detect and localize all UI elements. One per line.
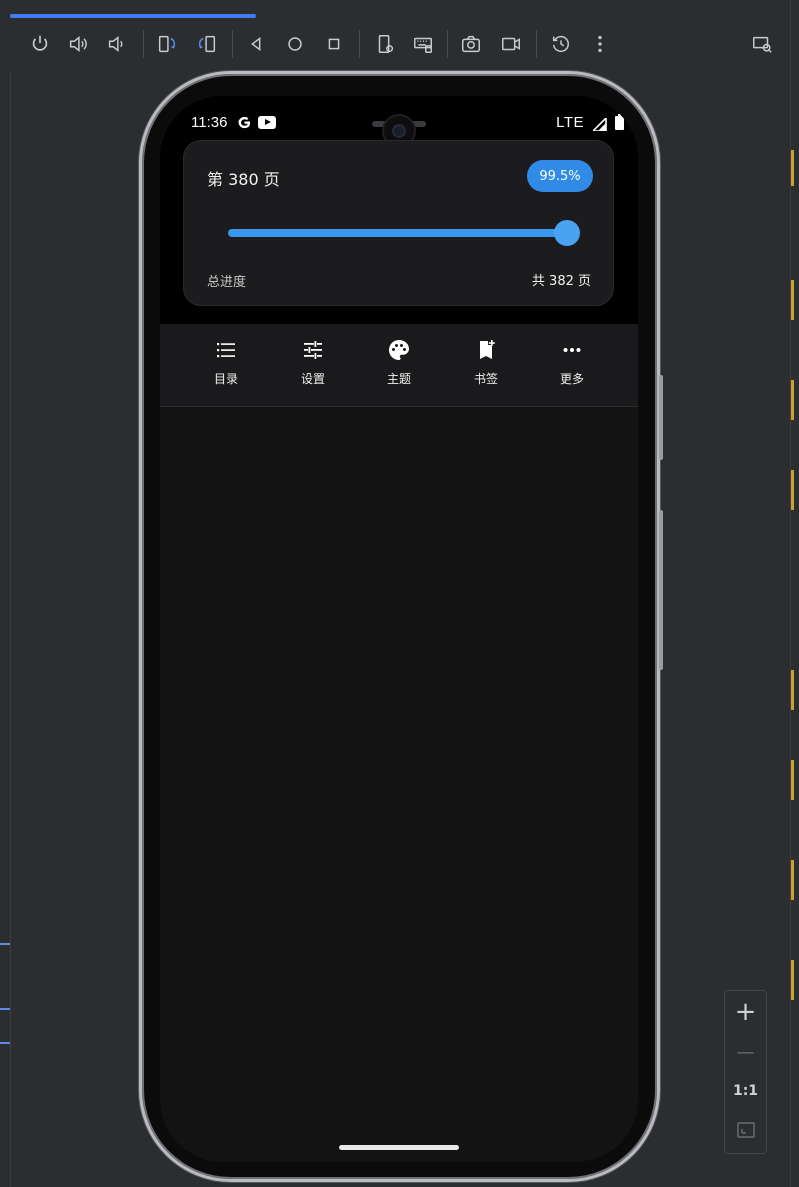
signal-icon [591,116,607,135]
right-marker [791,280,794,320]
left-link-mark [0,1042,10,1044]
progress-slider[interactable] [228,220,581,246]
bookmark-add-icon [480,340,495,359]
left-link-mark [0,943,10,945]
right-marker [791,860,794,900]
phone-screen: 11:36 LTE 第 380 页 99.5% 总进度 共 382 页 目录 设… [160,96,638,1162]
rotate-right-icon[interactable] [192,30,222,58]
battery-icon [615,114,624,130]
progress-card: 第 380 页 99.5% 总进度 共 382 页 [183,140,614,306]
menu-item-contents[interactable]: 目录 [191,338,261,394]
percent-badge: 99.5% [527,160,593,192]
youtube-icon [258,116,276,129]
screen-record-icon[interactable] [496,30,526,58]
right-marker [791,150,794,186]
reset-icon[interactable] [546,30,576,58]
right-marker [791,470,794,510]
overview-icon[interactable] [319,30,349,58]
total-progress-label: 总进度 [207,275,247,290]
zoom-out-button[interactable]: — [725,1033,766,1071]
menu-item-label: 目录 [213,372,238,386]
zoom-panel: + — 1:1 [724,990,767,1154]
side-button[interactable] [659,510,663,670]
menu-item-label: 更多 [559,372,584,386]
zoom-fit-button[interactable] [725,1111,766,1149]
status-time: 11:36 [191,114,228,131]
device-settings-icon[interactable] [370,30,400,58]
list-icon [217,343,235,358]
menu-item-label: 书签 [473,372,498,386]
total-pages-label: 共 382 页 [531,274,591,289]
screenshot-icon[interactable] [456,30,486,58]
menu-item-label: 设置 [300,372,325,386]
menu-item-settings[interactable]: 设置 [278,338,348,394]
left-panel-edge [0,70,11,1187]
right-marker [791,670,794,710]
progress-slider-thumb[interactable] [554,220,581,246]
volume-down-icon[interactable] [101,30,131,58]
reader-menu-bar: 目录 设置 主题 书签 更多 [160,324,638,407]
zoom-actual-size-button[interactable]: 1:1 [725,1072,766,1110]
menu-item-more[interactable]: 更多 [537,338,607,394]
tune-icon [304,341,322,359]
home-icon[interactable] [280,30,310,58]
reader-background [160,405,638,1162]
menu-item-theme[interactable]: 主题 [364,338,434,394]
gesture-home-bar[interactable] [339,1145,459,1150]
menu-item-bookmark[interactable]: 书签 [451,338,521,394]
side-button[interactable] [659,375,663,460]
right-marker [791,760,794,800]
more-vert-icon[interactable] [585,30,615,58]
more-horiz-icon [563,348,581,352]
google-icon [237,115,252,134]
right-marker [791,960,794,1000]
menu-item-label: 主题 [386,372,411,386]
right-marker [791,380,794,420]
back-icon[interactable] [241,30,271,58]
current-page-label: 第 380 页 [207,170,280,189]
left-link-mark [0,1008,10,1010]
fit-screen-icon [736,1122,755,1138]
rotate-left-icon[interactable] [152,30,182,58]
keyboard-icon[interactable] [408,30,438,58]
volume-up-icon[interactable] [63,30,93,58]
power-icon[interactable] [25,30,55,58]
device-mirror-icon[interactable] [747,30,777,58]
progress-slider-fill [228,229,568,237]
emulator-toolbar [0,0,799,70]
palette-icon [389,340,409,360]
network-type: LTE [556,114,584,131]
loading-bar [10,14,256,18]
zoom-in-button[interactable]: + [725,993,766,1031]
